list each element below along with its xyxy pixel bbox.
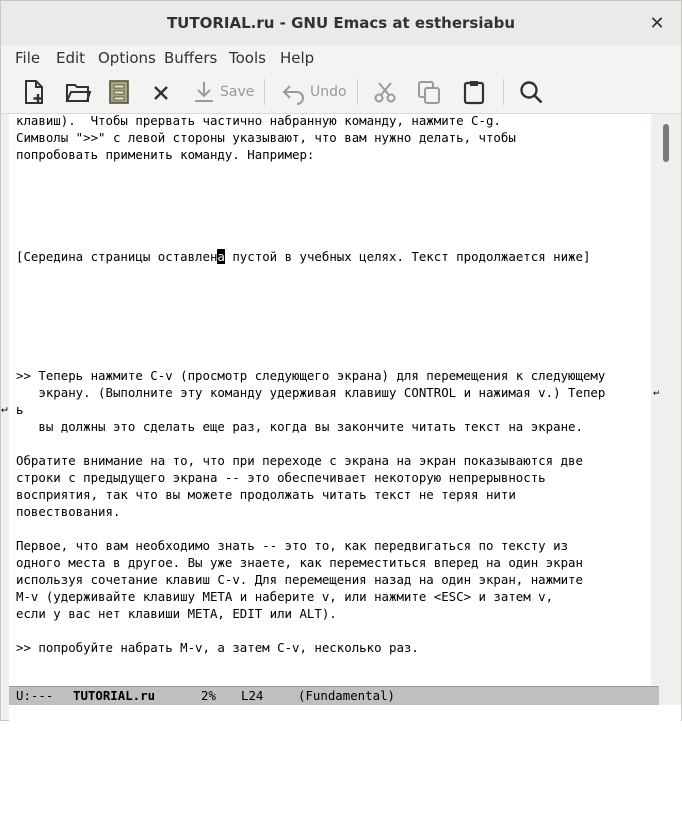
menu-tools[interactable]: Tools	[229, 49, 266, 67]
undo-icon	[282, 85, 304, 105]
buffer-line: Обратите внимание на то, что при переход…	[16, 453, 583, 468]
close-buffer-icon	[154, 86, 168, 100]
buffer-line: попробовать применить команду. Например:	[16, 147, 315, 162]
buffer-line: Первое, что вам необходимо знать -- это …	[16, 538, 569, 553]
new-file-button[interactable]	[21, 77, 47, 107]
cursor-line: [Середина страницы оставлена пустой в уч…	[16, 248, 590, 265]
new-file-icon	[25, 80, 43, 104]
dired-button[interactable]	[108, 77, 130, 107]
buffer-line: клавиш). Чтобы прервать частично набранн…	[16, 114, 501, 128]
cursor-line-before: [Середина страницы оставлен	[16, 249, 218, 264]
buffer-line: >> попробуйте набрать M-v, а затем C-v, …	[16, 640, 419, 655]
cut-button[interactable]	[372, 77, 398, 107]
buffer-line: экрану. (Выполните эту команду удерживая…	[16, 385, 606, 400]
buffer-line: >> Теперь нажмите C-v (просмотр следующе…	[16, 368, 606, 383]
menu-file[interactable]: File	[15, 49, 40, 67]
left-fringe	[1, 114, 9, 686]
open-file-button[interactable]	[64, 77, 92, 107]
buffer-line: повествования.	[16, 504, 121, 519]
toolbar-separator	[357, 79, 358, 105]
tool-bar: Save Undo	[1, 71, 681, 114]
buffer-line: строки с предыдущего экрана -- это обесп…	[16, 470, 546, 485]
menu-buffers[interactable]: Buffers	[164, 49, 217, 67]
text-cursor: а	[217, 249, 225, 264]
save-icon	[195, 82, 213, 102]
title-bar: TUTORIAL.ru - GNU Emacs at esthersiabu ✕	[1, 1, 681, 46]
modeline-line-number: L24	[241, 688, 264, 703]
buffer-line: M-v (удерживайте клавишу META и наберите…	[16, 589, 554, 604]
toolbar-separator	[503, 79, 504, 105]
text-area[interactable]: клавиш). Чтобы прервать частично набранн…	[9, 114, 659, 686]
cursor-line-after: пустой в учебных целях. Текст продолжает…	[224, 249, 591, 264]
modeline-status: U:---	[16, 688, 54, 703]
copy-button[interactable]	[416, 77, 442, 107]
file-cabinet-icon	[109, 80, 129, 104]
minibuffer[interactable]	[9, 705, 681, 721]
modeline-buffer-name[interactable]: TUTORIAL.ru	[73, 687, 155, 705]
close-icon: ✕	[649, 12, 665, 34]
buffer-line: ь	[16, 402, 24, 417]
buffer-line: восприятия, так что вы можете продолжать…	[16, 487, 516, 502]
scrollbar-thumb[interactable]	[663, 124, 669, 162]
menu-options[interactable]: Options	[98, 49, 156, 67]
search-button[interactable]	[518, 77, 544, 107]
save-button[interactable]: Save	[192, 77, 254, 107]
modeline-major-mode[interactable]: (Fundamental)	[298, 687, 395, 705]
menu-bar: File Edit Options Buffers Tools Help	[1, 45, 681, 71]
close-button[interactable]: ✕	[647, 12, 667, 34]
kill-buffer-button[interactable]	[151, 77, 171, 107]
window-title: TUTORIAL.ru - GNU Emacs at esthersiabu	[166, 14, 516, 32]
right-fringe	[651, 114, 659, 686]
copy-icon	[418, 81, 440, 104]
toolbar-separator	[264, 79, 265, 105]
undo-label: Undo	[310, 84, 347, 100]
undo-button[interactable]: Undo	[280, 77, 347, 107]
menu-help[interactable]: Help	[280, 49, 314, 67]
buffer-line: одного места в другое. Вы уже знаете, ка…	[16, 555, 583, 570]
save-label: Save	[220, 84, 255, 100]
menu-edit[interactable]: Edit	[56, 49, 85, 67]
emacs-window: TUTORIAL.ru - GNU Emacs at esthersiabu ✕…	[0, 0, 682, 721]
modeline-percent: 2%	[201, 688, 216, 703]
vertical-scrollbar[interactable]	[659, 114, 681, 686]
buffer-line: используя сочетание клавиш C-v. Для пере…	[16, 572, 583, 587]
clipboard-icon	[463, 81, 485, 105]
scissors-icon	[374, 82, 396, 103]
folder-open-icon	[65, 84, 92, 102]
buffer-line: вы должны это сделать еще раз, когда вы …	[16, 419, 583, 434]
paste-button[interactable]	[461, 77, 487, 107]
buffer-line: Символы ">>" с левой стороны указывают, …	[16, 130, 516, 145]
search-icon	[520, 81, 543, 104]
mode-line[interactable]: U:--- TUTORIAL.ru 2% L24 (Fundamental)	[9, 686, 659, 705]
wrap-left-icon: ↵	[1, 402, 8, 415]
buffer-line: если у вас нет клавиши META, EDIT или AL…	[16, 606, 337, 621]
